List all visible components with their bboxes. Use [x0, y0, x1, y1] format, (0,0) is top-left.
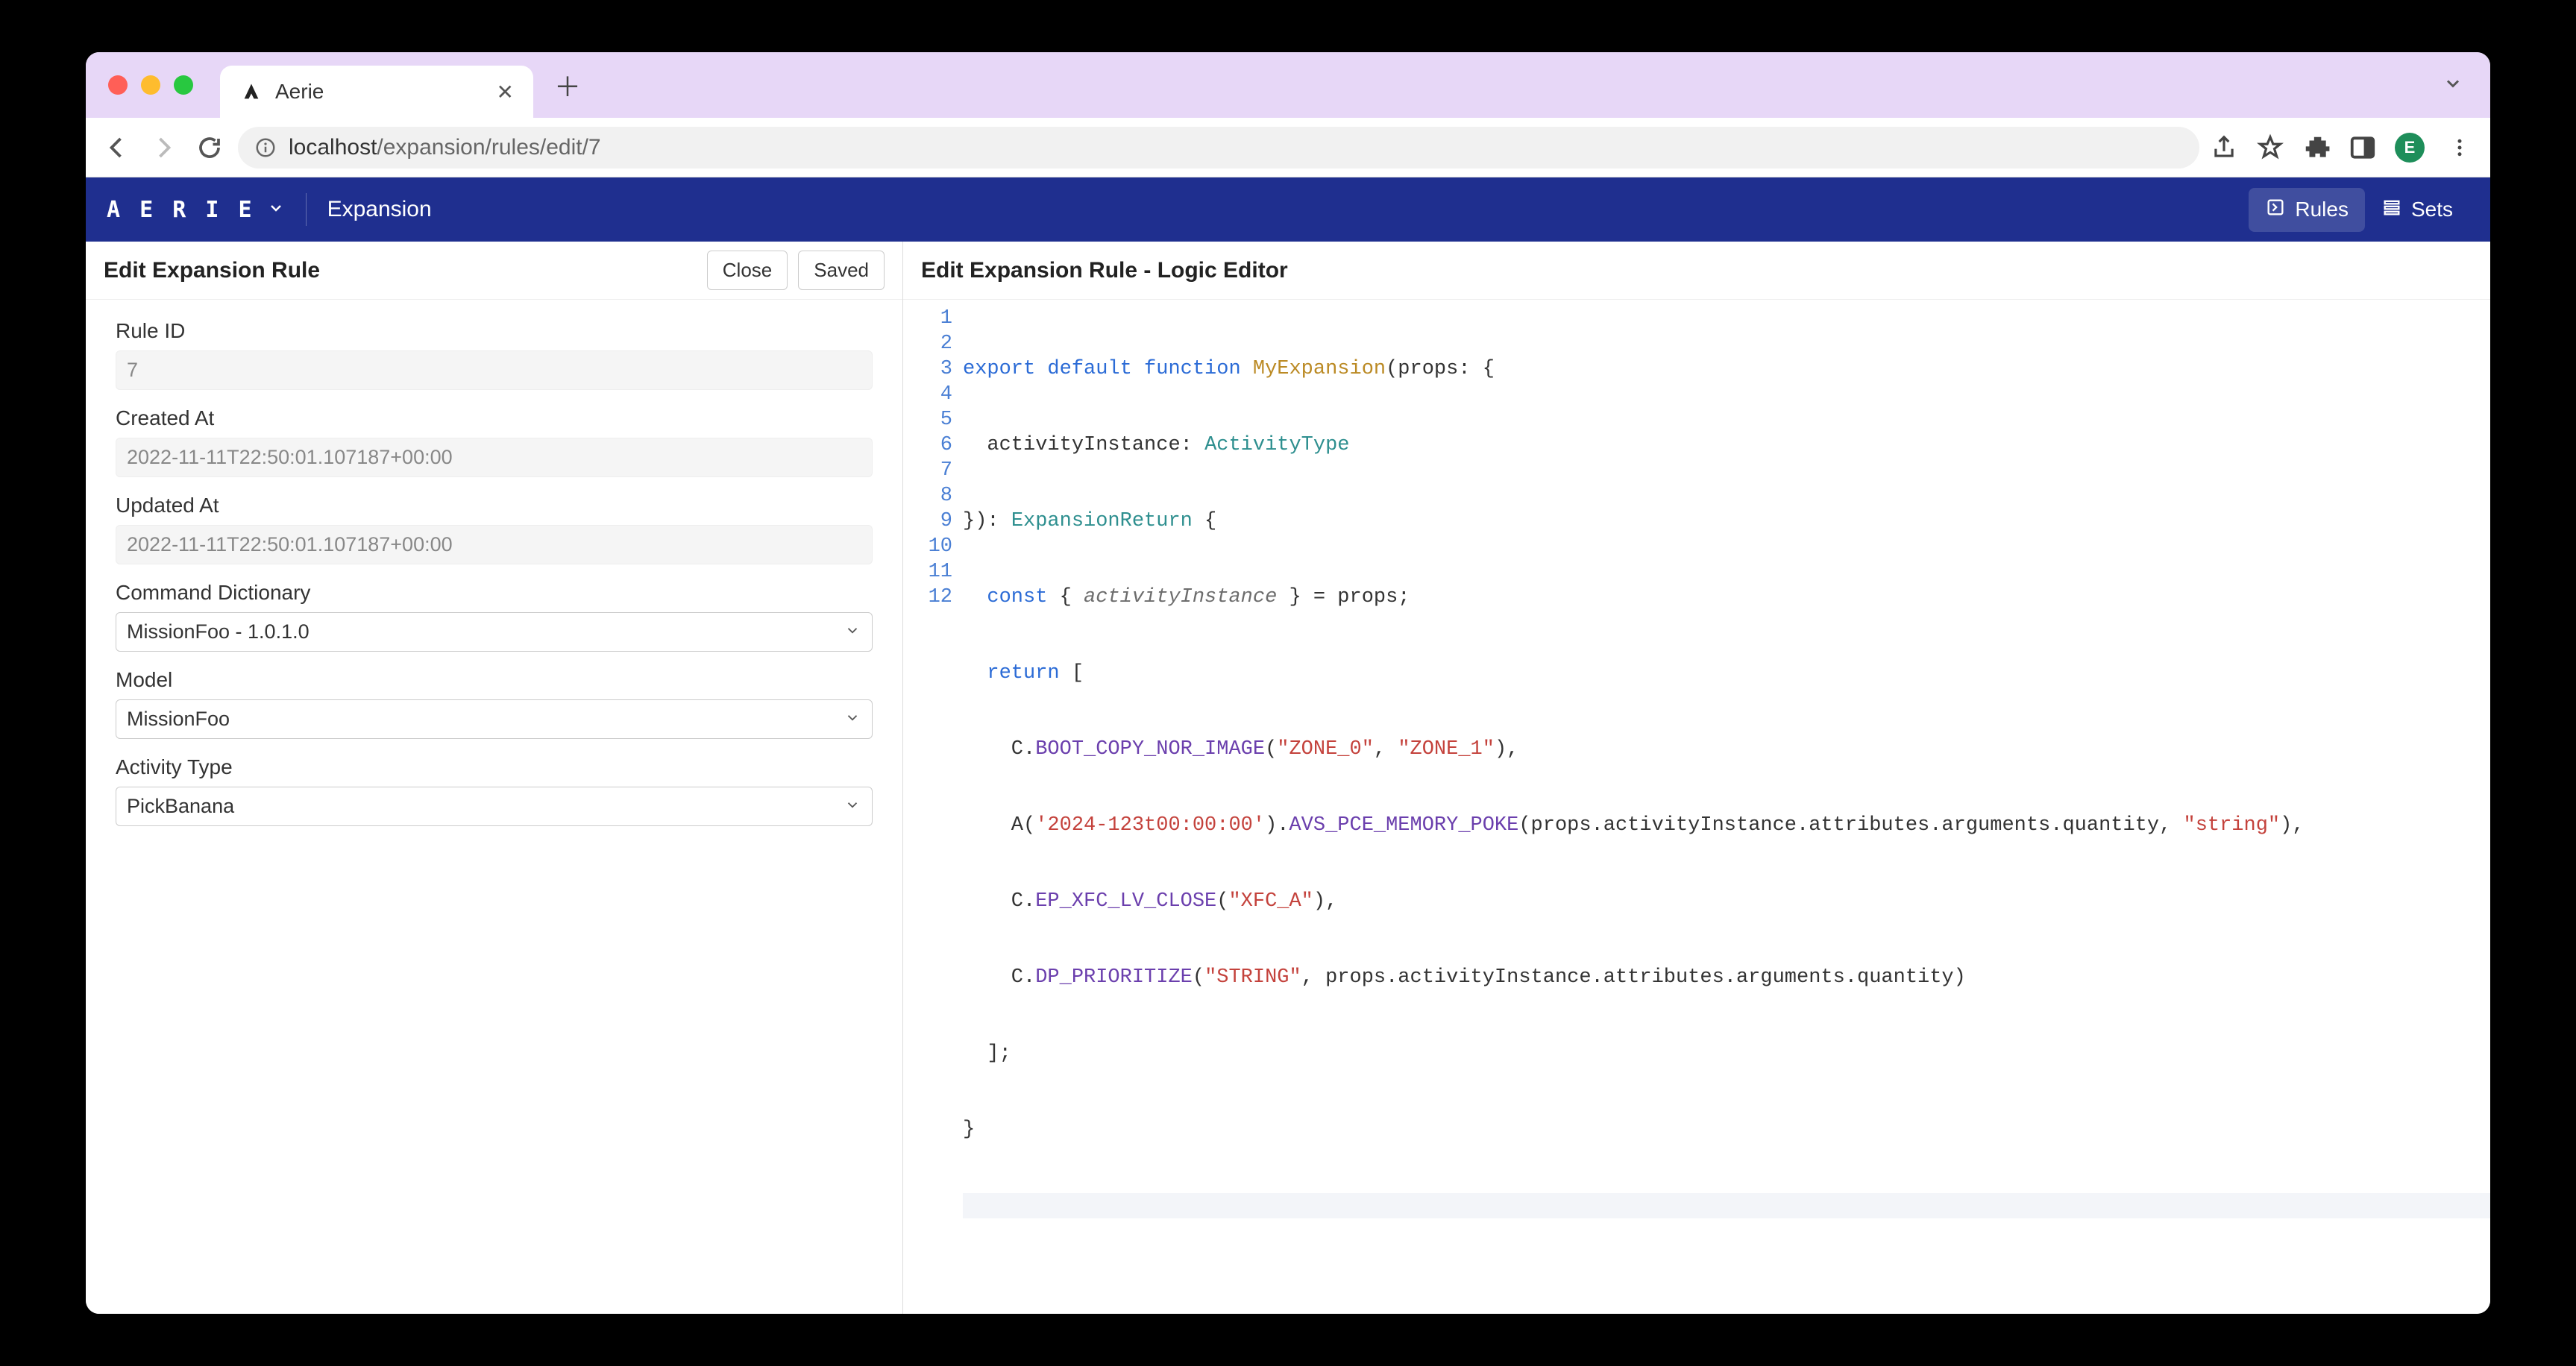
share-icon[interactable]	[2210, 133, 2238, 162]
nav-sets-label: Sets	[2411, 198, 2453, 221]
rule-id-label: Rule ID	[116, 319, 873, 343]
activity-type-select[interactable]: PickBanana	[116, 787, 873, 826]
code-content[interactable]: export default function MyExpansion(prop…	[963, 303, 2490, 1314]
command-dictionary-label: Command Dictionary	[116, 581, 873, 605]
updated-at-value: 2022-11-11T22:50:01.107187+00:00	[116, 525, 873, 564]
app-logo[interactable]: A E R I E	[107, 197, 285, 223]
model-label: Model	[116, 668, 873, 692]
line-number-gutter: 123456789101112	[903, 303, 963, 1314]
updated-at-label: Updated At	[116, 494, 873, 517]
nav-sets-button[interactable]: Sets	[2365, 188, 2469, 232]
nav-rules-button[interactable]: Rules	[2249, 188, 2365, 232]
rules-icon	[2265, 197, 2286, 223]
url-input[interactable]: localhost/expansion/rules/edit/7	[238, 127, 2199, 169]
site-info-icon[interactable]	[254, 136, 277, 159]
new-tab-button[interactable]: ＋	[554, 66, 581, 104]
aerie-favicon-icon	[239, 80, 263, 104]
app-header: A E R I E Expansion Rules Sets	[86, 177, 2490, 242]
logo-text: A E R I E	[107, 197, 255, 223]
back-button[interactable]	[99, 130, 135, 166]
rule-id-value: 7	[116, 350, 873, 390]
sets-icon	[2381, 197, 2402, 223]
forward-button[interactable]	[145, 130, 181, 166]
logic-editor-title: Edit Expansion Rule - Logic Editor	[921, 258, 2472, 283]
close-window-button[interactable]	[108, 75, 128, 95]
tab-title: Aerie	[275, 80, 485, 104]
rule-id-field: Rule ID 7	[116, 319, 873, 390]
browser-window: Aerie ✕ ＋ localhost/expansion/rules/edit…	[86, 52, 2490, 1314]
activity-type-label: Activity Type	[116, 755, 873, 779]
url-bar: localhost/expansion/rules/edit/7 E	[86, 118, 2490, 177]
model-field: Model MissionFoo	[116, 668, 873, 739]
tabs-dropdown-button[interactable]	[2443, 84, 2463, 97]
browser-tab[interactable]: Aerie ✕	[220, 66, 533, 118]
browser-menu-button[interactable]	[2443, 136, 2477, 159]
command-dictionary-select[interactable]: MissionFoo - 1.0.1.0	[116, 612, 873, 652]
created-at-label: Created At	[116, 406, 873, 430]
command-dictionary-field: Command Dictionary MissionFoo - 1.0.1.0	[116, 581, 873, 652]
profile-avatar[interactable]: E	[2395, 133, 2425, 163]
saved-button[interactable]: Saved	[798, 251, 885, 290]
bookmark-star-icon[interactable]	[2256, 133, 2284, 162]
window-controls	[108, 75, 193, 95]
browser-tab-bar: Aerie ✕ ＋	[86, 52, 2490, 118]
minimize-window-button[interactable]	[141, 75, 160, 95]
header-divider	[306, 193, 307, 226]
form-body: Rule ID 7 Created At 2022-11-11T22:50:01…	[86, 300, 902, 846]
edit-rule-panel: Edit Expansion Rule Close Saved Rule ID …	[86, 242, 903, 1314]
code-editor[interactable]: 123456789101112 export default function …	[903, 300, 2490, 1314]
nav-rules-label: Rules	[2295, 198, 2349, 221]
close-button[interactable]: Close	[707, 251, 788, 290]
logic-editor-panel: Edit Expansion Rule - Logic Editor 12345…	[903, 242, 2490, 1314]
extensions-icon[interactable]	[2302, 133, 2331, 162]
created-at-value: 2022-11-11T22:50:01.107187+00:00	[116, 438, 873, 477]
reload-button[interactable]	[192, 130, 227, 166]
model-select[interactable]: MissionFoo	[116, 699, 873, 739]
logic-editor-header: Edit Expansion Rule - Logic Editor	[903, 242, 2490, 300]
url-text: localhost/expansion/rules/edit/7	[289, 135, 601, 160]
edit-rule-panel-header: Edit Expansion Rule Close Saved	[86, 242, 902, 300]
sidepanel-icon[interactable]	[2349, 133, 2377, 162]
main-content: Edit Expansion Rule Close Saved Rule ID …	[86, 242, 2490, 1314]
panel-title: Edit Expansion Rule	[104, 258, 697, 283]
header-section-title: Expansion	[327, 197, 432, 222]
maximize-window-button[interactable]	[174, 75, 193, 95]
created-at-field: Created At 2022-11-11T22:50:01.107187+00…	[116, 406, 873, 477]
close-tab-button[interactable]: ✕	[497, 80, 514, 104]
activity-type-field: Activity Type PickBanana	[116, 755, 873, 826]
chevron-down-icon	[267, 199, 285, 221]
updated-at-field: Updated At 2022-11-11T22:50:01.107187+00…	[116, 494, 873, 564]
